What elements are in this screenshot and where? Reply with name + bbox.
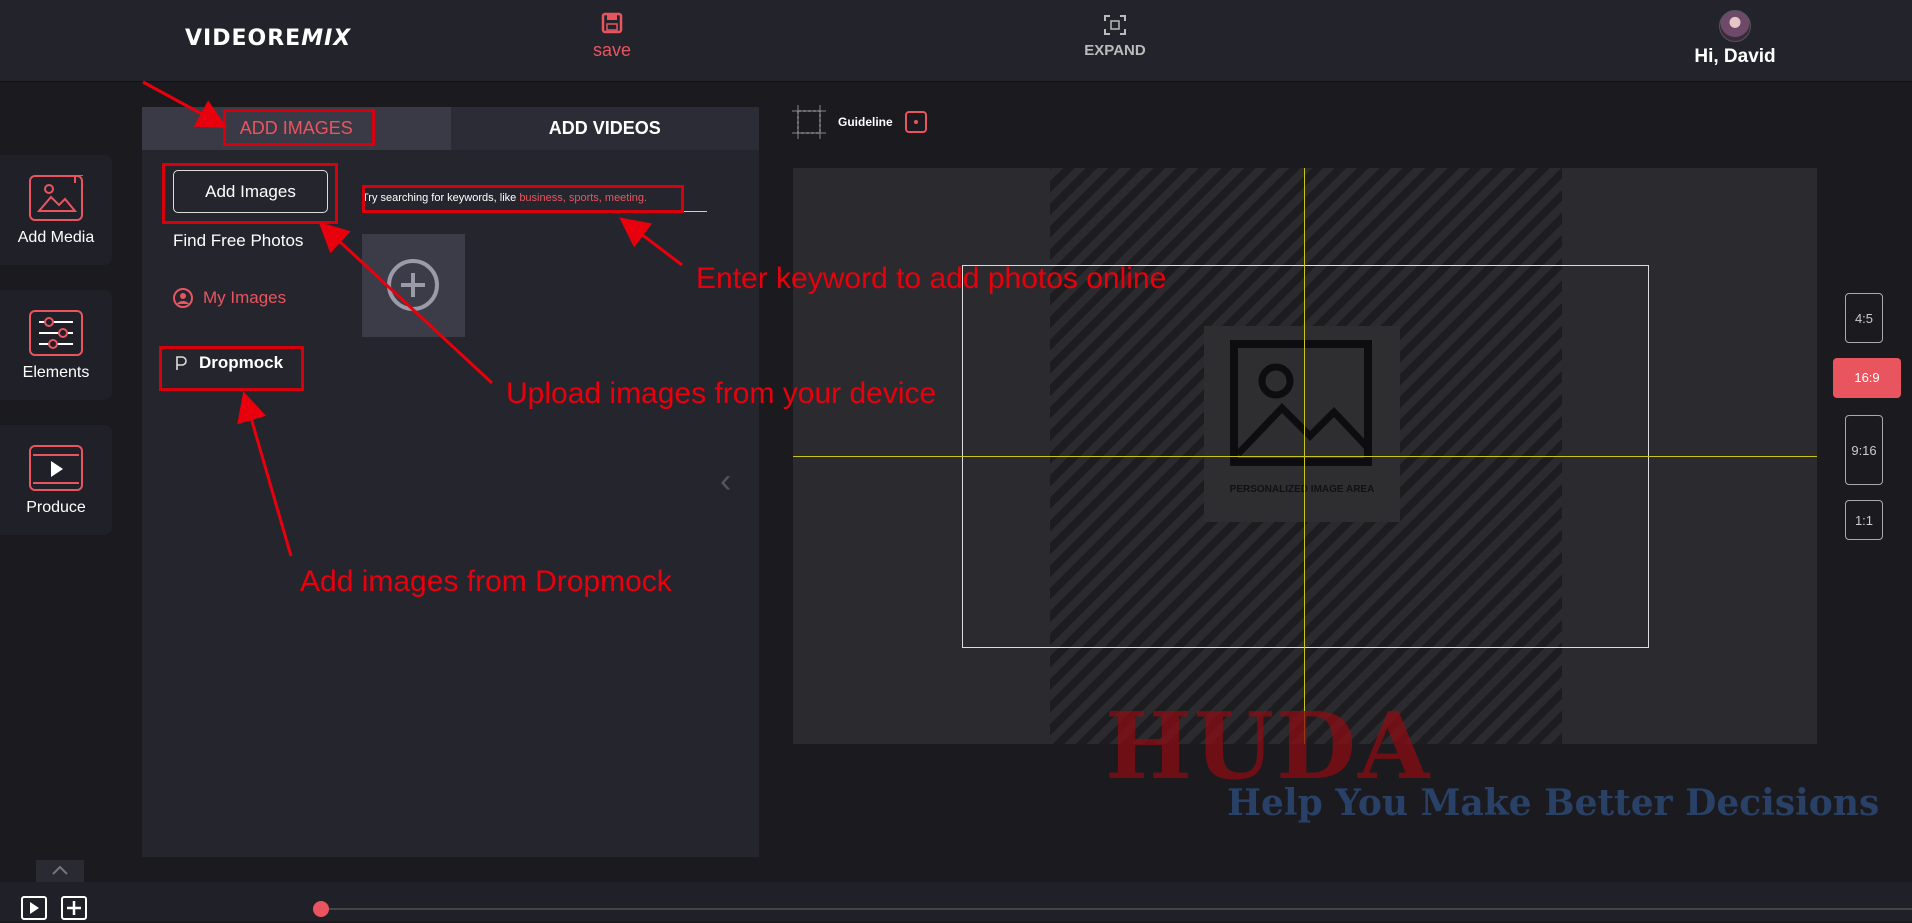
arrow-to-tab (142, 80, 228, 128)
arrow-to-upload (318, 221, 494, 385)
arrow-to-search (619, 217, 683, 267)
annotation-arrows (142, 80, 683, 557)
arrow-to-dropmock (237, 391, 293, 557)
